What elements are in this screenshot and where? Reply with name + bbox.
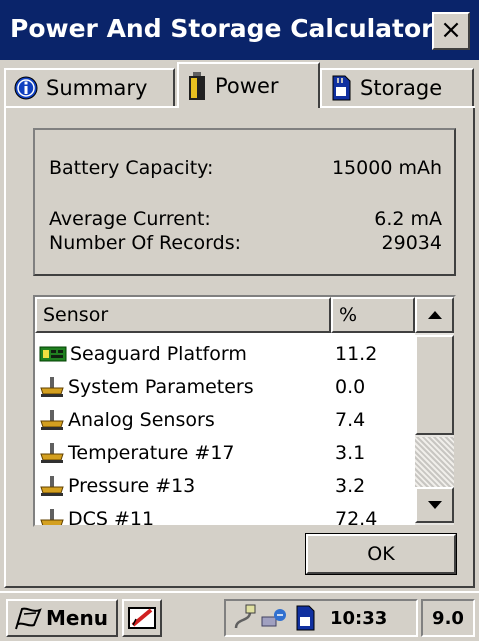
system-tray: 10:33 [224, 599, 418, 637]
tab-storage-label: Storage [360, 76, 443, 100]
start-menu-button[interactable]: Menu [6, 599, 118, 637]
sensor-probe-icon [39, 376, 65, 398]
table-row[interactable]: DCS #11 72.4 [35, 502, 413, 527]
pen-input-icon [128, 607, 156, 629]
sensor-percent: 7.4 [335, 408, 366, 431]
sync-icon[interactable] [260, 605, 288, 631]
vertical-scrollbar[interactable] [415, 297, 454, 525]
sensor-percent: 0.0 [335, 375, 366, 398]
average-current-row: Average Current: 6.2 mA [49, 208, 442, 230]
table-row[interactable]: Seaguard Platform 11.2 [35, 337, 413, 370]
arrow-up-icon [427, 311, 442, 319]
close-button[interactable]: × [432, 12, 470, 50]
platform-board-icon [39, 344, 67, 364]
battery-icon [187, 71, 207, 101]
ok-button[interactable]: OK [305, 533, 457, 575]
table-row[interactable]: Pressure #13 3.2 [35, 469, 413, 502]
sensor-percent: 3.2 [335, 474, 366, 497]
start-flag-icon [15, 607, 42, 630]
sd-card-icon [330, 75, 352, 101]
table-row[interactable]: Analog Sensors 7.4 [35, 403, 413, 436]
column-header-percent[interactable]: % [331, 297, 415, 333]
average-current-value: 6.2 mA [374, 208, 442, 230]
connection-icon[interactable] [232, 604, 258, 632]
menu-label: Menu [46, 606, 108, 630]
taskbar: Menu 10:33 9.0 [0, 591, 479, 641]
sensor-name: DCS #11 [68, 507, 155, 527]
average-current-label: Average Current: [49, 208, 211, 230]
records-value: 29034 [381, 232, 442, 254]
sensor-percent: 11.2 [335, 342, 378, 365]
sensor-list[interactable]: Sensor % Seaguard Platform 11.2 System P… [33, 295, 456, 527]
battery-capacity-label: Battery Capacity: [49, 157, 214, 179]
version-indicator: 9.0 [421, 599, 475, 637]
summary-box: Battery Capacity: 15000 mAh Average Curr… [33, 128, 456, 276]
sensor-probe-icon [39, 442, 65, 464]
scroll-track[interactable] [415, 437, 454, 487]
tab-summary[interactable]: Summary [4, 68, 175, 106]
sensor-name: Pressure #13 [68, 474, 196, 497]
window-title: Power And Storage Calculator [10, 14, 434, 43]
scroll-up-button[interactable] [415, 297, 454, 333]
tab-storage[interactable]: Storage [320, 68, 474, 106]
sensor-name: Temperature #17 [68, 441, 235, 464]
tab-power[interactable]: Power [177, 62, 320, 108]
title-bar: Power And Storage Calculator × [0, 0, 479, 60]
sensor-probe-icon [39, 508, 65, 525]
scroll-thumb[interactable] [415, 335, 454, 435]
battery-capacity-value: 15000 mAh [331, 157, 442, 179]
sensor-percent: 3.1 [335, 441, 366, 464]
clock[interactable]: 10:33 [330, 608, 387, 629]
sensor-probe-icon [39, 475, 65, 497]
input-panel-button[interactable] [122, 599, 162, 637]
sensor-name: System Parameters [68, 375, 254, 398]
sd-card-icon[interactable] [294, 605, 316, 631]
scroll-down-button[interactable] [415, 487, 454, 523]
battery-capacity-row: Battery Capacity: 15000 mAh [49, 157, 442, 179]
arrow-down-icon [427, 501, 442, 509]
sensor-probe-icon [39, 409, 65, 431]
info-icon [14, 76, 38, 100]
tab-strip: Summary Power Storage [0, 60, 479, 108]
table-row[interactable]: System Parameters 0.0 [35, 370, 413, 403]
tab-power-label: Power [215, 74, 279, 98]
sensor-name: Analog Sensors [68, 408, 215, 431]
tab-summary-label: Summary [46, 76, 148, 100]
records-row: Number Of Records: 29034 [49, 232, 442, 254]
records-label: Number Of Records: [49, 232, 241, 254]
table-row[interactable]: Temperature #17 3.1 [35, 436, 413, 469]
sensor-percent: 72.4 [335, 507, 378, 527]
sensor-name: Seaguard Platform [70, 342, 247, 365]
column-header-sensor[interactable]: Sensor [35, 297, 331, 333]
